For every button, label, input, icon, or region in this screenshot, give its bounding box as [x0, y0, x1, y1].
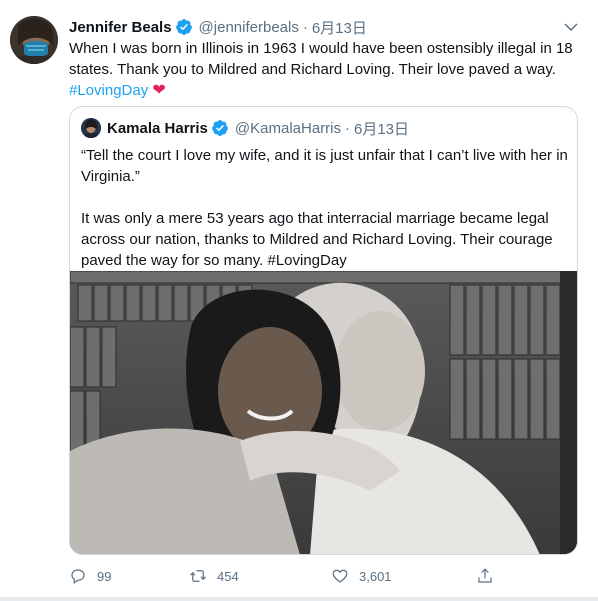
reply-icon: [71, 569, 85, 584]
quoted-tweet-header: Kamala Harris @KamalaHarris · 6月13日: [81, 117, 409, 139]
verified-badge-icon: [175, 19, 192, 35]
retweet-icon: [190, 570, 206, 582]
like-button[interactable]: 3,601: [331, 563, 392, 589]
chevron-down-icon[interactable]: [562, 18, 580, 36]
tweet-divider: [0, 597, 598, 601]
hashtag-link[interactable]: #LovingDay: [69, 82, 148, 99]
quoted-tweet-text: “Tell the court I love my wife, and it i…: [81, 145, 571, 271]
author-name[interactable]: Jennifer Beals: [69, 19, 172, 36]
author-handle[interactable]: @jenniferbeals: [199, 19, 299, 36]
reply-count: 99: [97, 568, 112, 584]
tweet-header: Jennifer Beals @jenniferbeals · 6月13日: [69, 16, 367, 38]
tweet-card[interactable]: Jennifer Beals @jenniferbeals · 6月13日 Wh…: [0, 0, 598, 601]
quoted-photo[interactable]: [70, 270, 577, 554]
heart-icon: [332, 569, 348, 583]
share-icon: [478, 568, 492, 583]
quoted-header-separator: ·: [345, 119, 350, 137]
tweet-text-main: When I was born in Illinois in 1963 I wo…: [69, 40, 573, 78]
like-count: 3,601: [359, 568, 392, 584]
reply-button[interactable]: 99: [69, 563, 111, 589]
retweet-count: 454: [217, 568, 239, 584]
quoted-tweet[interactable]: Kamala Harris @KamalaHarris · 6月13日 “Tel…: [69, 106, 578, 555]
quoted-author-name[interactable]: Kamala Harris: [107, 120, 208, 137]
tweet-text: When I was born in Illinois in 1963 I wo…: [69, 38, 579, 101]
share-button[interactable]: [476, 563, 504, 589]
author-avatar[interactable]: [10, 16, 58, 64]
red-heart-emoji: ❤: [152, 82, 166, 99]
header-separator: ·: [302, 18, 308, 36]
tweet-date[interactable]: 6月13日: [312, 17, 367, 38]
tweet-actions: 99 454 3,601: [69, 563, 499, 589]
quoted-paragraph-1: “Tell the court I love my wife, and it i…: [81, 147, 568, 185]
quoted-author-handle[interactable]: @KamalaHarris: [235, 120, 341, 137]
retweet-button[interactable]: 454: [189, 563, 239, 589]
verified-badge-icon: [212, 120, 228, 136]
quoted-tweet-date[interactable]: 6月13日: [354, 118, 409, 139]
couple-photo-image: [70, 270, 577, 554]
quoted-author-avatar[interactable]: [81, 118, 101, 138]
quoted-paragraph-2: It was only a mere 53 years ago that int…: [81, 210, 553, 269]
